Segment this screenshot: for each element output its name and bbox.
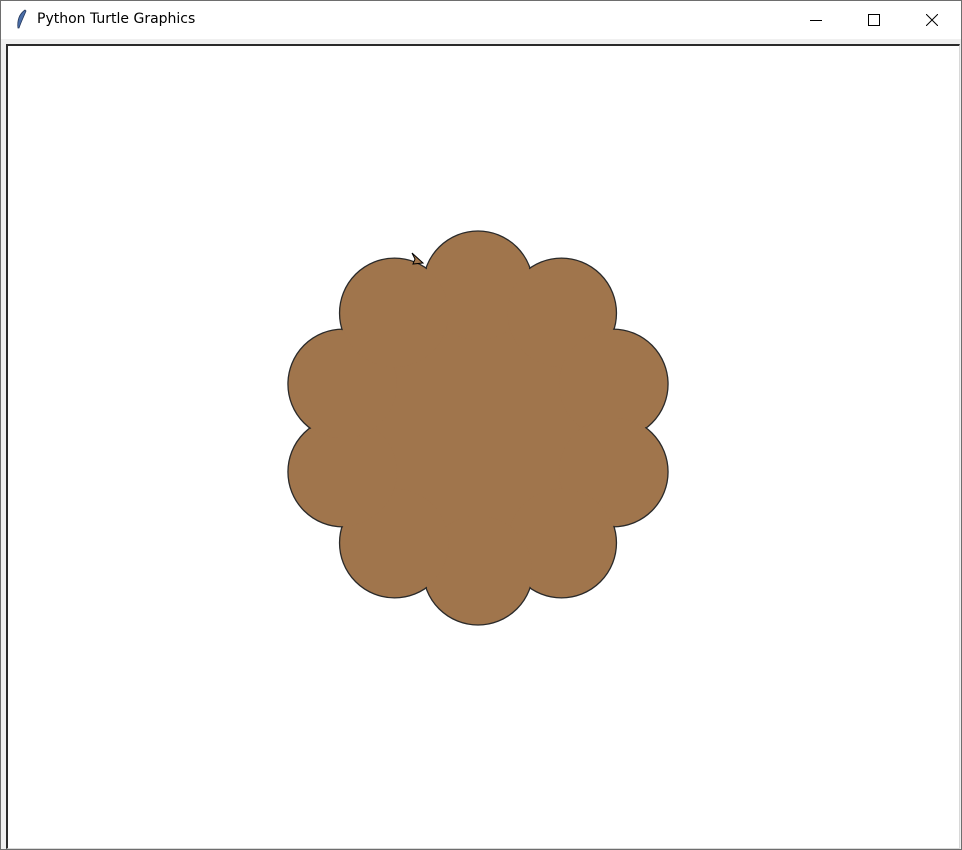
maximize-icon	[868, 14, 880, 26]
minimize-icon	[810, 20, 822, 21]
flower	[287, 230, 669, 626]
turtle-window: Python Turtle Graphics	[0, 0, 962, 850]
minimize-button[interactable]	[787, 1, 845, 39]
maximize-button[interactable]	[845, 1, 903, 39]
feather-icon	[17, 9, 27, 29]
turtle-cursor-icon	[411, 252, 425, 265]
close-button[interactable]	[903, 1, 961, 39]
window-title: Python Turtle Graphics	[37, 11, 196, 27]
drawing-surface	[287, 230, 669, 626]
title-bar[interactable]: Python Turtle Graphics	[1, 1, 961, 39]
turtle-canvas[interactable]	[6, 44, 960, 849]
close-icon	[926, 14, 938, 26]
petal-fill	[340, 259, 449, 368]
